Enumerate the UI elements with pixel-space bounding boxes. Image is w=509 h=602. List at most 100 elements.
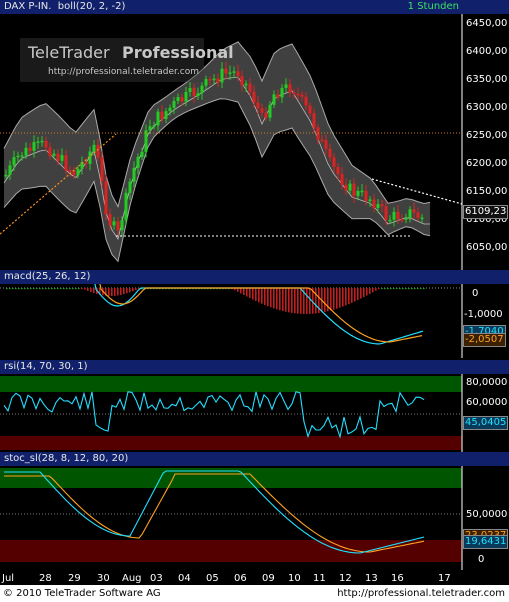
chart-window: DAX P-IN. boll(20, 2, -2) 1 Stunden Tele… (0, 0, 509, 602)
macd-bar (6, 288, 8, 290)
candle-body (232, 71, 236, 73)
macd-bar (111, 288, 113, 296)
macd-bar (345, 288, 347, 306)
candle-body (372, 199, 376, 208)
price-chart[interactable]: TeleTrader Professional http://professio… (0, 14, 509, 270)
macd-bar (114, 288, 116, 296)
candle-body (128, 181, 132, 193)
macd-bar (84, 288, 86, 290)
macd-bar (72, 288, 74, 290)
macd-bar (63, 288, 65, 290)
stoch-tick-1: 0 (478, 554, 484, 565)
stoch-panel-header: stoc_sl(28, 8, 12, 80, 20) (0, 452, 509, 466)
candle-body (60, 155, 64, 161)
watermark-url: http://professional.teletrader.com (48, 67, 199, 77)
candle-body (48, 147, 52, 156)
rsi-oversold-zone (0, 436, 462, 450)
candle-body (292, 92, 296, 94)
macd-panel-header: macd(25, 26, 12) (0, 270, 509, 284)
macd-chart[interactable]: 0 -1,0000 (0, 284, 509, 358)
candle-body (308, 105, 312, 114)
candle-body (348, 183, 352, 191)
macd-bar (405, 288, 407, 290)
macd-bar (276, 288, 278, 310)
macd-bar (240, 288, 242, 294)
macd-bar (135, 288, 137, 291)
candle-body (408, 209, 412, 219)
candle-body (96, 144, 100, 158)
candle-body (276, 94, 280, 98)
macd-tick-0: 0 (472, 288, 478, 299)
time-tick: 17 (438, 573, 451, 584)
candle-body (112, 221, 116, 226)
candle-body (256, 102, 260, 109)
candle-body (388, 219, 392, 222)
footer-url[interactable]: http://professional.teletrader.com (337, 585, 505, 602)
macd-bar (66, 288, 68, 290)
time-tick: 30 (97, 573, 110, 584)
candle-body (328, 148, 332, 158)
macd-bar (360, 288, 362, 299)
rsi-chart[interactable]: 80,0000 60,0000 (0, 374, 509, 452)
price-tick: 6200,00 (466, 158, 507, 169)
candle-body (264, 112, 268, 118)
time-tick: 09 (262, 573, 275, 584)
time-tick: 03 (150, 573, 163, 584)
interval-label[interactable]: 1 Stunden (408, 0, 459, 14)
macd-bar (294, 288, 296, 314)
macd-bar (285, 288, 287, 312)
macd-bar (117, 288, 119, 296)
candle-body (52, 153, 56, 156)
candle-body (384, 206, 388, 220)
macd-bar (402, 288, 404, 290)
price-tick: 6150,00 (466, 186, 507, 197)
copyright: © 2010 TeleTrader Software AG (3, 588, 161, 599)
candle-body (120, 220, 124, 231)
candle-body (36, 141, 40, 143)
stochastic-chart[interactable]: 50,0000 0 (0, 466, 509, 570)
candle-body (116, 221, 120, 231)
macd-bar (378, 288, 380, 290)
macd-bar (42, 288, 44, 290)
macd-bar (291, 288, 293, 313)
candle-body (180, 97, 184, 102)
macd-bar (78, 288, 80, 290)
candle-body (188, 88, 192, 92)
candle-body (152, 125, 156, 127)
macd-bar (27, 288, 29, 290)
candle-body (412, 209, 416, 213)
candle-body (196, 93, 200, 96)
macd-bar (255, 288, 257, 301)
rsi-tick-0: 80,0000 (466, 377, 507, 388)
candle-body (224, 68, 228, 74)
macd-bar (300, 288, 302, 314)
candle-body (20, 155, 24, 157)
candle-body (100, 157, 104, 182)
macd-bar (333, 288, 335, 310)
price-tick: 6450,00 (466, 18, 507, 29)
time-axis: Jul 28 29 30 Aug 03 04 05 06 09 10 11 12 13 16 17 (0, 570, 509, 585)
candle-body (204, 79, 208, 86)
candle-body (280, 87, 284, 98)
macd-bar (354, 288, 356, 302)
macd-bar (408, 288, 410, 290)
candle-body (212, 78, 216, 81)
time-tick: 12 (339, 573, 352, 584)
stoch-oversold-zone (0, 540, 462, 562)
candle-body (376, 204, 380, 208)
candle-body (272, 94, 276, 105)
candle-body (400, 219, 404, 221)
candle-body (324, 140, 328, 149)
candle-body (132, 167, 136, 182)
macd-bar (132, 288, 134, 292)
candle-body (208, 79, 212, 81)
macd-bar (126, 288, 128, 294)
macd-bar (336, 288, 338, 309)
rsi-badge: 45,0405 (463, 416, 509, 430)
macd-bar (39, 288, 41, 290)
macd-bar (381, 288, 383, 290)
macd-bar (357, 288, 359, 301)
macd-tick-1: -1,0000 (464, 309, 503, 320)
stoch-label: stoc_sl(28, 8, 12, 80, 20) (4, 453, 129, 464)
time-tick: 04 (178, 573, 191, 584)
